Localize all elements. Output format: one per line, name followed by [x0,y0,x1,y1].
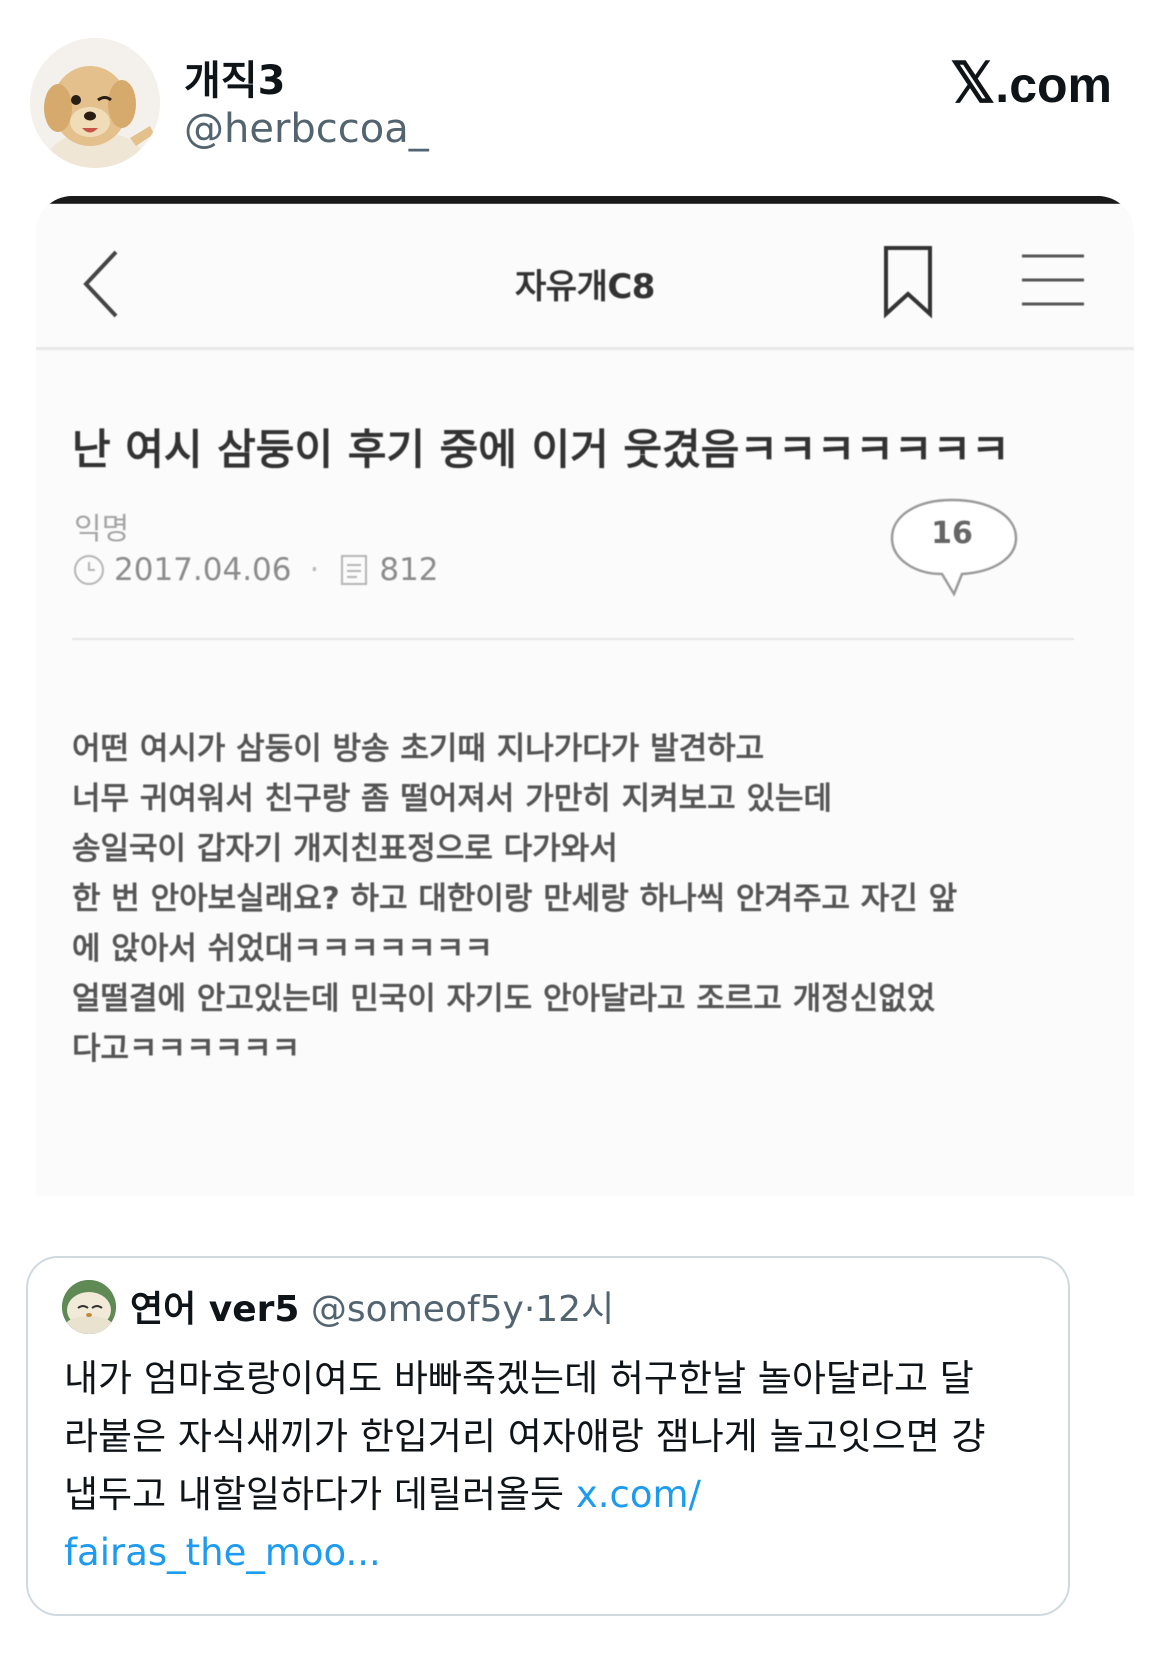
post-date: 2017.04.06 [114,552,292,588]
quote-text: 내가 엄마호랑이여도 바빠죽겠는데 허구한날 놀아달라고 달 라붙은 자식새끼가… [64,1350,1054,1582]
post-title: 난 여시 삼둥이 후기 중에 이거 웃겼음ㅋㅋㅋㅋㅋㅋㅋ [72,425,1010,474]
post-body-line: 에 앉아서 쉬었대ㅋㅋㅋㅋㅋㅋㅋ [72,931,493,967]
author-handle[interactable]: @herbccoa_ [184,106,429,152]
quote-text-line-content: 냅두고 내할일하다가 데릴러올듯 [64,1473,565,1516]
post-views: 812 [379,552,439,588]
quote-text-line: 내가 엄마호랑이여도 바빠죽겠는데 허구한날 놀아달라고 달 [64,1357,974,1400]
board-title: 자유개C8 [515,267,655,307]
post-author: 익명 [74,512,130,547]
quoted-tweet[interactable]: 연어 ver5 @someof5y·12시 내가 엄마호랑이여도 바빠죽겠는데 … [26,1256,1070,1616]
quote-display-name[interactable]: 연어 ver5 [130,1289,299,1330]
author-avatar[interactable] [30,38,160,168]
x-logo-icon: 𝕏 [950,51,996,114]
quote-text-line: 라붙은 자식새끼가 한입거리 여자애랑 잼나게 놀고잇으면 걍 [64,1415,986,1458]
post-body-line: 한 번 안아보실래요? 하고 대한이랑 만세랑 하나씩 안겨주고 자긴 앞 [72,881,958,917]
quote-link-continued[interactable]: fairas_the_moo... [64,1524,1054,1582]
quote-link[interactable]: x.com/ [576,1473,701,1516]
post-body-line: 너무 귀여워서 친구랑 좀 떨어져서 가만히 지켜보고 있는데 [72,781,833,817]
app-bar-divider [36,347,1134,350]
clock-icon [74,555,104,585]
hamburger-menu-icon [1022,254,1084,306]
app-bar: 자유개C8 [36,204,1134,344]
post-body-line: 어떤 여시가 삼둥이 방송 초기때 지나가다가 발견하고 [72,731,765,767]
quote-handle[interactable]: @someof5y [311,1289,524,1330]
quote-separator: · [523,1289,536,1330]
x-com-watermark: 𝕏.com [950,50,1112,116]
post-body-line: 얼떨결에 안고있는데 민국이 자기도 안아달라고 조르고 개정신없었 [72,981,936,1017]
post-meta: 2017.04.06 · 812 [72,552,439,588]
quote-header: 연어 ver5 @someof5y·12시 [130,1280,614,1332]
bookmark-icon [884,246,932,319]
post-body: 어떤 여시가 삼둥이 방송 초기때 지나가다가 발견하고 너무 귀여워서 친구랑… [72,724,1082,1074]
quote-timestamp[interactable]: 12시 [535,1289,614,1330]
owl-avatar-image [62,1280,116,1334]
quote-text-line: 냅두고 내할일하다가 데릴러올듯 x.com/ [64,1466,1054,1524]
author-display-name[interactable]: 개직3 [184,48,285,106]
watermark-suffix: .com [995,57,1112,113]
post-divider [72,638,1074,640]
puppy-avatar-image [30,38,160,168]
meta-separator: · [309,552,320,588]
document-icon [341,555,368,585]
post-body-line: 송일국이 갑자기 개지친표정으로 다가와서 [72,831,618,867]
post-body-line: 다고ㅋㅋㅋㅋㅋㅋ [72,1031,301,1067]
comment-count: 16 [931,516,973,551]
quote-author-avatar[interactable] [62,1280,116,1334]
attached-screenshot-image[interactable]: 자유개C8 난 여시 삼둥이 후기 중에 이거 웃겼음ㅋㅋㅋㅋㅋㅋㅋ 익명 20… [36,196,1134,1196]
